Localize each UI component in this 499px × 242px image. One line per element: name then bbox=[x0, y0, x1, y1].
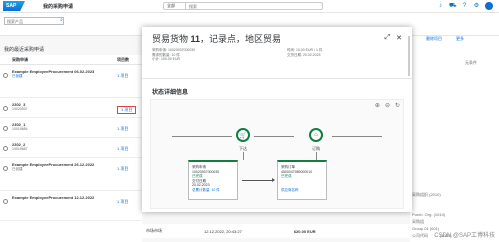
zoom-in-icon[interactable]: ⊕ bbox=[375, 102, 380, 109]
row-status: 已创建 bbox=[12, 74, 23, 78]
row-item-count[interactable]: 1 项目 bbox=[117, 166, 128, 172]
watermark-text: CSDN @SAP工博科技 bbox=[434, 233, 495, 239]
card-status: 已完成 bbox=[281, 174, 292, 178]
search-icon[interactable]: ⌕ bbox=[60, 17, 63, 23]
row-title: Example EmployeeProcurement 26.12.2022 bbox=[12, 162, 95, 167]
product-search-input[interactable] bbox=[4, 17, 64, 25]
more-button[interactable]: 更多 bbox=[456, 36, 464, 42]
row-title: Example EmployeeProcurement 06.02.2023 bbox=[12, 69, 95, 74]
row-date: 12.12.2022, 20:43:27 bbox=[204, 228, 242, 234]
field-delivery-date: 交货日期: 20.02.2023 bbox=[287, 52, 321, 57]
list-item[interactable]: Example EmployeeProcurement 12.12.2022 1… bbox=[0, 191, 142, 221]
app-title[interactable]: 我的采购申请 bbox=[43, 3, 73, 10]
gear-icon[interactable]: ⚙ bbox=[473, 3, 480, 10]
column-header-items[interactable]: 项目数 bbox=[117, 57, 129, 63]
list-item[interactable]: Example EmployeeProcurement 26.12.2022 已… bbox=[0, 158, 142, 191]
flow-line bbox=[172, 136, 232, 137]
process-card[interactable]: 采购申请 10020937000030 已完成 交付日期 20.02.2023 … bbox=[188, 160, 238, 200]
factory-icon[interactable]: ⌂ bbox=[309, 128, 323, 142]
cart-icon[interactable]: 🛒 bbox=[236, 128, 250, 142]
row-radio[interactable] bbox=[3, 126, 8, 131]
list-header: 采购申请 项目数 bbox=[0, 55, 142, 65]
row-item-count[interactable]: 1 项目 bbox=[117, 199, 128, 205]
close-icon[interactable]: ✕ bbox=[396, 34, 402, 42]
search-input[interactable] bbox=[186, 3, 322, 9]
connector bbox=[243, 152, 244, 160]
shell-bar: SAP 我的采购申请 全部 ♪ ⛟ ? ⚙ bbox=[0, 0, 499, 13]
row-label: 市场市场 bbox=[146, 228, 162, 233]
row-radio[interactable] bbox=[3, 166, 8, 171]
section-title: 状态详细信息 bbox=[152, 90, 189, 96]
status-detail-dialog: 贸易货物 11，记录点，地区贸易 ⤢ ✕ 采购申请: 1002093700003… bbox=[142, 27, 412, 212]
zoom-controls: ⊕ ⊖ ↻ bbox=[375, 102, 400, 109]
dialog-title: 贸易货物 11，记录点，地区贸易 bbox=[152, 32, 281, 45]
search-scope-select[interactable]: 全部 bbox=[164, 3, 186, 9]
side-label: 采购组 bbox=[412, 219, 424, 224]
flow-arrow bbox=[242, 178, 275, 182]
process-card[interactable]: 采购订单 4500047989000010 已完成 供应商名称 bbox=[277, 160, 327, 200]
fullscreen-icon[interactable]: ⤢ bbox=[385, 34, 391, 42]
avatar[interactable] bbox=[485, 2, 493, 10]
delete-item-button[interactable]: 删除项目 bbox=[426, 36, 442, 42]
row-id: 10020937 bbox=[12, 107, 28, 111]
side-label: 公司代码 bbox=[412, 233, 428, 238]
row-radio[interactable] bbox=[3, 199, 8, 204]
row-radio[interactable] bbox=[3, 73, 8, 78]
title-number: 11 bbox=[190, 34, 201, 44]
title-suffix: ，记录点，地区贸易 bbox=[200, 34, 282, 44]
list-item[interactable]: 2302_2 10019687 1 项目 bbox=[0, 138, 142, 158]
side-panel-actions: 删除项目 更多 bbox=[426, 36, 464, 42]
card-footer: 供应商名称 bbox=[281, 187, 299, 192]
help-icon[interactable]: ? bbox=[461, 3, 468, 10]
connector bbox=[316, 152, 317, 160]
row-title: Example EmployeeProcurement 12.12.2022 bbox=[12, 195, 95, 200]
row-id: 10019687 bbox=[12, 147, 28, 151]
flow-line bbox=[332, 136, 382, 137]
row-item-count[interactable]: 1 项目 bbox=[117, 106, 137, 114]
field-price: 时间: 10.00 EUR / 1 件 bbox=[287, 48, 323, 52]
row-item-count[interactable]: 1 项目 bbox=[117, 146, 128, 152]
row-amount: 620.00 EUR bbox=[293, 228, 316, 234]
header-fields-left: 采购申请: 10020937000030 需求的数量: 10 件 小计: 100… bbox=[152, 48, 195, 62]
column-header-requisition[interactable]: 采购申请 bbox=[12, 57, 117, 63]
list-item[interactable]: 2302_1 10019684 1 项目 bbox=[0, 118, 142, 138]
table-row[interactable]: 市场市场 12.12.2022, 20:43:27 620.00 EUR bbox=[142, 224, 410, 238]
row-status: 已创建 bbox=[12, 167, 23, 171]
side-label: Purch. Org. (1010) bbox=[412, 212, 446, 217]
list-title: 我的最近采购申请 bbox=[4, 47, 45, 53]
list-item[interactable]: 2302_3 10020937 1 项目 bbox=[0, 98, 142, 118]
header-fields-right: 时间: 10.00 EUR / 1 件 交货日期: 20.02.2023 bbox=[287, 48, 322, 57]
row-id: 10019684 bbox=[12, 127, 28, 131]
dialog-actions: ⤢ ✕ bbox=[385, 34, 402, 42]
field-subtotal: 小计: 100.00 EUR bbox=[152, 57, 181, 61]
side-label: 采购组织 (2010) bbox=[412, 192, 441, 197]
bell-icon[interactable]: ♪ bbox=[437, 3, 444, 10]
dialog-header: 贸易货物 11，记录点，地区贸易 ⤢ ✕ 采购申请: 1002093700003… bbox=[142, 27, 412, 79]
row-radio[interactable] bbox=[3, 106, 8, 111]
requisition-list: 采购申请 项目数 Example EmployeeProcurement 06.… bbox=[0, 55, 142, 242]
title-prefix: 贸易货物 bbox=[152, 34, 189, 44]
card-footer: 总累计数量: 10 件 bbox=[192, 187, 220, 192]
flow-line bbox=[254, 136, 294, 137]
side-label: 无条件 bbox=[465, 60, 477, 65]
list-item[interactable]: Example EmployeeProcurement 06.02.2023 已… bbox=[0, 65, 142, 98]
scrollbar[interactable] bbox=[408, 36, 410, 76]
zoom-out-icon[interactable]: ⊖ bbox=[385, 102, 390, 109]
field-requisition: 采购申请: 10020937000030 bbox=[152, 48, 196, 52]
reset-zoom-icon[interactable]: ↻ bbox=[395, 102, 400, 109]
row-item-count[interactable]: 1 项目 bbox=[117, 126, 128, 132]
row-item-count[interactable]: 1 项目 bbox=[117, 73, 128, 79]
cart-icon[interactable]: ⛟ bbox=[449, 3, 457, 10]
row-radio[interactable] bbox=[3, 146, 8, 151]
shell-actions: ♪ ⛟ ? ⚙ bbox=[437, 2, 493, 10]
sap-logo[interactable]: SAP bbox=[3, 1, 25, 11]
global-search[interactable]: 全部 bbox=[163, 2, 323, 10]
